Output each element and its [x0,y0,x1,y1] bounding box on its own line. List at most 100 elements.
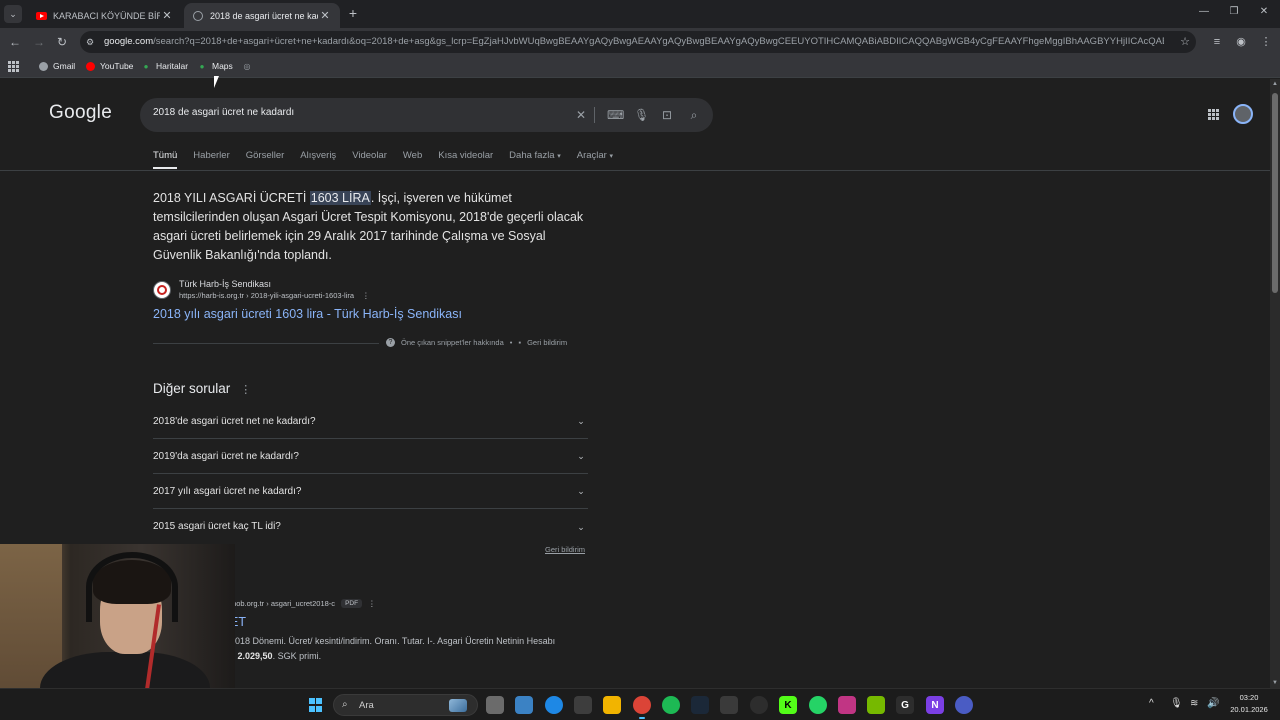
search-divider [594,107,595,123]
tab-web[interactable]: Web [403,150,422,169]
back-icon[interactable]: ← [7,34,23,50]
bookmark-star-icon[interactable]: ☆ [1180,35,1190,48]
search-icon[interactable]: ⌕ [687,108,701,122]
chrome-icon[interactable] [633,696,651,719]
source-url: https://harb-is.org.tr › 2018-yili-asgar… [179,291,370,300]
whatsapp-icon[interactable] [809,696,827,714]
scrollbar-thumb[interactable] [1272,93,1278,293]
g-app-icon[interactable]: G [896,696,914,714]
widgets-icon[interactable] [515,696,533,714]
google-apps-icon[interactable] [1208,109,1219,120]
tab-shopping[interactable]: Alışveriş [300,150,336,169]
windows-taskbar: ⌕ Ara K G N ^ 🎙 ≋ 🔊 03:20 20.01.2026 [0,688,1280,720]
visual-studio-icon[interactable]: N [926,696,944,714]
chevron-down-icon[interactable]: ⌄ [574,414,588,428]
paa-question[interactable]: 2019'da asgari ücret ne kadardı? ⌄ [153,439,588,474]
windows-start-icon[interactable] [309,698,323,712]
forward-icon[interactable]: → [31,34,47,50]
clear-icon[interactable]: ✕ [574,108,588,122]
tab-all[interactable]: Tümü [153,150,178,169]
address-bar[interactable]: ⚙ google.com/search?q=2018+de+asgari+ücr… [80,31,1196,53]
taskbar-search[interactable]: ⌕ Ara [333,694,478,716]
scroll-down-icon[interactable]: ▼ [1271,680,1279,686]
instagram-icon[interactable] [838,696,856,714]
tab-youtube-video[interactable]: KARABACI KÖYÜNDE BİR GECE ✕ [27,3,182,28]
bookmark-youtube[interactable]: YouTube [85,61,133,71]
task-view-icon[interactable] [486,696,504,714]
store-icon[interactable] [574,696,592,714]
kick-icon[interactable]: K [779,696,797,714]
feedback-icon: ▪ [518,338,522,347]
more-options-icon[interactable]: ⋮ [368,599,376,608]
feedback-link[interactable]: Geri bildirim [527,338,567,347]
file-explorer-icon[interactable] [603,696,621,714]
volume-icon[interactable]: 🔊 [1207,698,1219,709]
bookmark-label: YouTube [100,61,134,71]
snippet-result-link[interactable]: 2018 yılı asgari ücreti 1603 lira - Türk… [153,307,462,321]
nvidia-icon[interactable] [867,696,885,714]
tab-google-search[interactable]: 2018 de asgari ücret ne kadardı ✕ [184,3,340,28]
tab-search-icon[interactable]: ⌄ [4,5,22,23]
snippet-source[interactable]: Türk Harb-İş Sendikası https://harb-is.o… [153,279,370,300]
keyboard-icon[interactable]: ⌨ [607,108,624,122]
tab-short-videos[interactable]: Kısa videolar [438,150,493,169]
tab-tools[interactable]: Araçlar ▾ [577,150,613,169]
paa-question[interactable]: 2018'de asgari ücret net ne kadardı? ⌄ [153,404,588,439]
wifi-icon[interactable]: ≋ [1190,698,1198,709]
about-snippets-link[interactable]: Öne çıkan snippet'ler hakkında [401,338,504,347]
reload-icon[interactable]: ↻ [54,34,70,50]
app-icon[interactable] [955,696,973,714]
spotify-icon[interactable] [662,696,680,714]
more-options-icon[interactable]: ⋮ [362,291,370,300]
steam-icon[interactable] [691,696,709,714]
close-tab-icon[interactable]: ✕ [160,9,174,22]
lens-camera-icon[interactable]: ⊡ [660,108,674,122]
bookmark-maps[interactable]: ● Maps [197,61,233,71]
menu-kebab-icon[interactable]: ⋮ [1259,35,1273,49]
gmail-icon [38,61,48,71]
new-tab-button[interactable]: + [346,6,360,20]
close-tab-icon[interactable]: ✕ [318,9,332,22]
close-window-icon[interactable]: ✕ [1256,6,1272,17]
question-text: 2018'de asgari ücret net ne kadardı? [153,415,316,427]
restore-icon[interactable]: ❐ [1226,6,1242,17]
chevron-up-icon[interactable]: ^ [1149,698,1154,709]
microphone-icon[interactable]: 🎙 [634,108,649,122]
chevron-down-icon[interactable]: ⌄ [574,520,588,534]
microphone-icon[interactable]: 🎙 [1170,698,1183,709]
bookmark-label: Maps [212,61,233,71]
bookmark-gmail[interactable]: Gmail [38,61,75,71]
mouse-cursor [214,76,224,88]
bookmark-extra[interactable]: ◎ [242,61,257,71]
scroll-up-icon[interactable]: ▲ [1271,81,1279,87]
tab-videos[interactable]: Videolar [352,150,387,169]
chevron-down-icon[interactable]: ⌄ [574,449,588,463]
result-cite[interactable]: mob.org.tr › asgari_ucret2018-c PDF ⋮ [230,599,376,608]
edge-icon[interactable] [545,696,563,714]
app-icon[interactable] [720,696,738,714]
search-input[interactable] [153,107,553,118]
apps-grid-icon[interactable] [8,61,19,72]
snippet-footer: ? Öne çıkan snippet'ler hakkında • ▪ Ger… [386,338,567,347]
search-tabs: Tümü Haberler Görseller Alışveriş Videol… [153,150,629,169]
profile-icon[interactable]: ◉ [1234,35,1248,49]
media-controls-icon[interactable]: ≡ [1210,35,1224,49]
paa-feedback-link[interactable]: Geri bildirim [545,545,585,554]
google-logo[interactable]: Google [49,102,112,124]
minimize-icon[interactable]: — [1196,6,1212,17]
tab-more[interactable]: Daha fazla ▾ [509,150,561,169]
chevron-down-icon[interactable]: ⌄ [574,484,588,498]
bookmark-haritalar[interactable]: ● Haritalar [141,61,189,71]
obs-icon[interactable] [750,696,768,714]
paa-question[interactable]: 2017 yılı asgari ücret ne kadardı? ⌄ [153,474,588,509]
page-scrollbar[interactable]: ▲ ▼ [1270,79,1280,688]
site-info-icon[interactable]: ⚙ [86,36,98,48]
system-clock[interactable]: 03:20 20.01.2026 [1226,692,1272,716]
paa-question[interactable]: 2015 asgari ücret kaç TL idi? ⌄ [153,509,588,544]
search-icon: ⌕ [342,699,348,710]
tab-images[interactable]: Görseller [246,150,285,169]
account-avatar[interactable] [1233,104,1253,124]
tab-news[interactable]: Haberler [193,150,229,169]
search-box[interactable]: ✕ ⌨ 🎙 ⊡ ⌕ [140,98,713,132]
more-options-icon[interactable]: ⋮ [240,384,251,396]
